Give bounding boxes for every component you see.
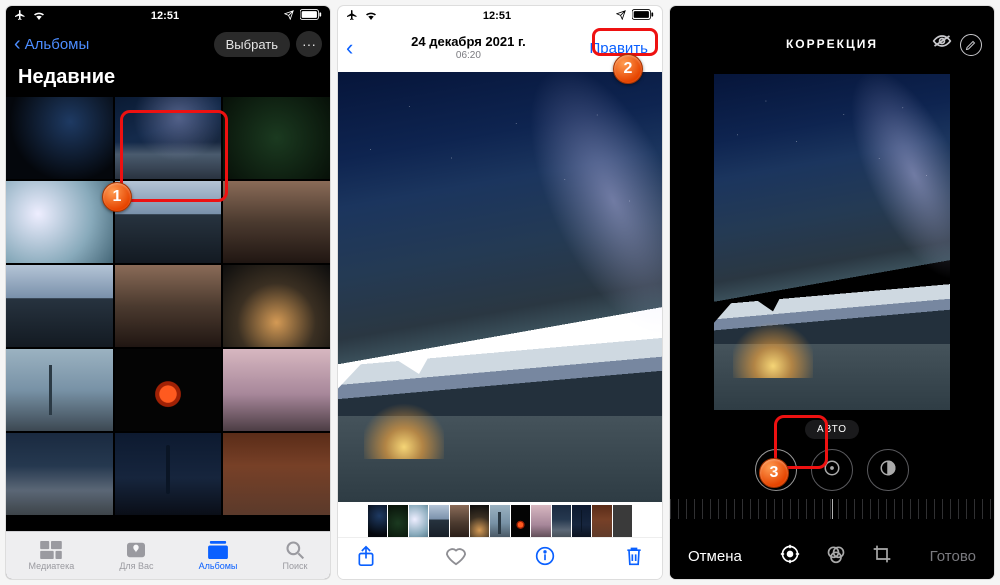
status-time: 12:51: [151, 10, 179, 22]
delete-button[interactable]: [624, 545, 644, 573]
mode-filters[interactable]: [826, 544, 846, 569]
tab-for-you[interactable]: Для Вас: [119, 541, 153, 571]
photo-thumbnail[interactable]: [6, 181, 113, 263]
photo-thumbnail[interactable]: [6, 349, 113, 431]
tab-bar: Медиатека Для Вас Альбомы Поиск: [6, 531, 330, 579]
photo-date: 24 декабря 2021 г.: [411, 35, 526, 50]
mode-crop[interactable]: [872, 544, 892, 569]
photo-date-title: 24 декабря 2021 г. 06:20: [411, 35, 526, 61]
brilliance-icon: [879, 459, 897, 482]
filmstrip-thumb[interactable]: [552, 505, 571, 541]
status-bar: 12:51: [6, 6, 330, 26]
library-icon: [40, 541, 62, 559]
wifi-icon: [32, 10, 46, 23]
filmstrip-thumb[interactable]: [592, 505, 611, 541]
mode-adjust[interactable]: [780, 544, 800, 569]
status-time: 12:51: [483, 10, 511, 22]
filmstrip-thumb[interactable]: [368, 505, 387, 541]
tab-library[interactable]: Медиатека: [29, 541, 75, 571]
filmstrip-thumb[interactable]: [613, 505, 632, 541]
photo-thumbnail[interactable]: [223, 433, 330, 515]
edit-mode-title: КОРРЕКЦИЯ: [786, 37, 878, 51]
back-button[interactable]: ‹: [346, 35, 353, 61]
photo-thumbnail[interactable]: [115, 181, 222, 263]
done-button[interactable]: Готово: [930, 548, 976, 565]
filmstrip-thumb[interactable]: [388, 505, 407, 541]
exposure-button[interactable]: [811, 449, 853, 491]
edit-navbar: КОРРЕКЦИЯ: [670, 26, 994, 62]
location-icon: [616, 10, 626, 23]
edit-bottom-bar: Отмена Готово: [670, 533, 994, 579]
tab-label: Альбомы: [199, 561, 238, 571]
status-bar: ✈︎ . .: [670, 6, 994, 26]
photo-thumbnail[interactable]: [115, 97, 222, 179]
chevron-left-icon: ‹: [14, 33, 21, 56]
exposure-icon: [823, 459, 841, 482]
photo-thumbnail[interactable]: [223, 97, 330, 179]
tab-albums[interactable]: Альбомы: [199, 541, 238, 571]
brilliance-button[interactable]: [867, 449, 909, 491]
tab-label: Медиатека: [29, 561, 75, 571]
more-button[interactable]: ···: [296, 31, 322, 57]
auto-enhance-button[interactable]: [755, 449, 797, 491]
info-button[interactable]: [535, 546, 555, 572]
edit-button[interactable]: Править: [584, 36, 655, 61]
chevron-left-icon: ‹: [346, 35, 353, 60]
airplane-mode-icon: [346, 9, 358, 24]
photo-thumbnail[interactable]: [6, 265, 113, 347]
filmstrip-thumb[interactable]: [531, 505, 550, 541]
tab-search[interactable]: Поиск: [283, 541, 308, 571]
filmstrip-thumb[interactable]: [470, 505, 489, 541]
filmstrip-thumb[interactable]: [409, 505, 428, 541]
markup-button[interactable]: [960, 34, 982, 56]
photo-preview[interactable]: [338, 72, 662, 502]
adjustment-name: АВТО: [805, 420, 859, 439]
photo-edit-screen: ✈︎ . . КОРРЕКЦИЯ АВТО: [670, 6, 994, 579]
tab-label: Поиск: [283, 561, 308, 571]
cancel-button[interactable]: Отмена: [688, 548, 742, 565]
photo-thumbnail[interactable]: [6, 97, 113, 179]
albums-icon: [207, 541, 229, 559]
photo-thumbnail[interactable]: [115, 349, 222, 431]
magic-wand-icon: [766, 458, 786, 483]
filmstrip-thumb[interactable]: [572, 505, 591, 541]
battery-icon: [300, 9, 322, 23]
adjustment-controls: [670, 449, 994, 491]
photo-thumbnail[interactable]: [115, 265, 222, 347]
photo-thumbnail[interactable]: [223, 181, 330, 263]
location-icon: [284, 10, 294, 23]
airplane-mode-icon: [14, 9, 26, 24]
select-button[interactable]: Выбрать: [214, 32, 290, 57]
favorite-button[interactable]: [445, 546, 467, 572]
photo-navbar: ‹ 24 декабря 2021 г. 06:20 Править: [338, 26, 662, 70]
share-button[interactable]: [356, 545, 376, 573]
adjustment-slider[interactable]: [670, 499, 994, 519]
battery-icon: [632, 9, 654, 23]
tab-label: Для Вас: [119, 561, 153, 571]
album-grid-screen: 12:51 ‹ Альбомы Выбрать ··· Недавние: [6, 6, 330, 579]
back-label: Альбомы: [25, 36, 90, 53]
photo-time: 06:20: [411, 50, 526, 62]
ellipsis-icon: ···: [302, 36, 316, 52]
photo-grid: [6, 97, 330, 515]
foryou-icon: [125, 541, 147, 559]
photo-thumbnail[interactable]: [223, 265, 330, 347]
filmstrip-thumb[interactable]: [511, 505, 530, 541]
photo-toolbar: [338, 537, 662, 579]
search-icon: [284, 541, 306, 559]
photo-thumbnail[interactable]: [223, 349, 330, 431]
edit-photo-preview[interactable]: [714, 72, 950, 410]
filmstrip-thumb[interactable]: [450, 505, 469, 541]
status-bar: 12:51: [338, 6, 662, 26]
photo-thumbnail[interactable]: [115, 433, 222, 515]
back-to-albums[interactable]: ‹ Альбомы: [14, 33, 89, 56]
visibility-toggle[interactable]: [932, 34, 952, 53]
photo-detail-screen: 12:51 ‹ 24 декабря 2021 г. 06:20 Править: [338, 6, 662, 579]
filmstrip-thumb[interactable]: [429, 505, 448, 541]
filmstrip-thumb[interactable]: [490, 505, 509, 541]
wifi-icon: [364, 10, 378, 23]
album-navbar: ‹ Альбомы Выбрать ···: [6, 26, 330, 62]
photo-thumbnail[interactable]: [6, 433, 113, 515]
album-title: Недавние: [6, 62, 330, 97]
